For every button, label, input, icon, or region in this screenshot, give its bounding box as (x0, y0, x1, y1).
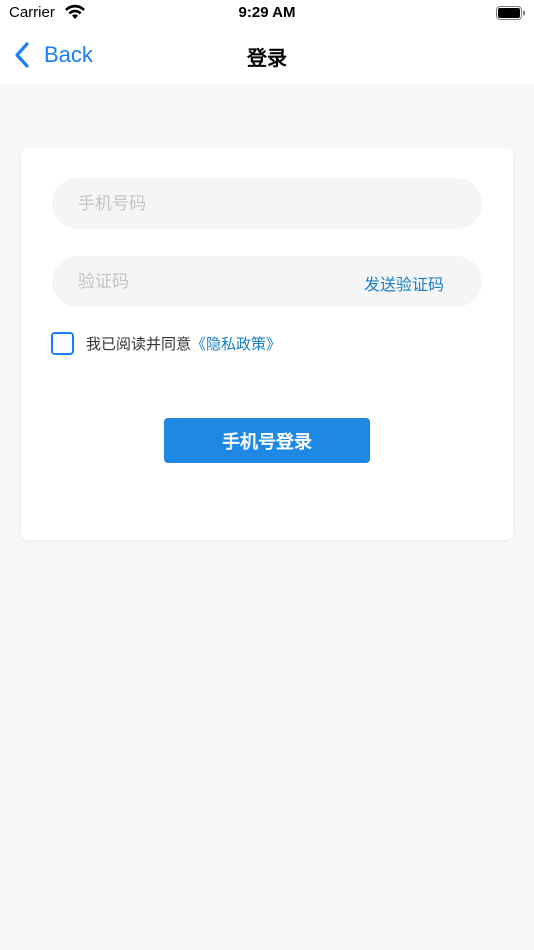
page-title: 登录 (247, 46, 287, 70)
login-card: 发送验证码 我已阅读并同意 《隐私政策》 手机号登录 (21, 148, 513, 540)
clock: 9:29 AM (238, 4, 296, 21)
navigation-bar: Back 登录 (0, 28, 534, 84)
verification-code-input[interactable] (78, 256, 338, 307)
phone-login-button[interactable]: 手机号登录 (164, 418, 370, 463)
agree-text: 我已阅读并同意 (86, 335, 192, 353)
phone-field (52, 178, 482, 229)
status-bar: Carrier 9:29 AM (0, 0, 534, 28)
code-field: 发送验证码 (52, 256, 482, 307)
send-code-button[interactable]: 发送验证码 (364, 271, 444, 295)
privacy-policy-link[interactable]: 《隐私政策》 (191, 333, 281, 354)
agree-checkbox[interactable] (51, 332, 74, 355)
phone-input[interactable] (78, 178, 338, 229)
battery-icon (496, 6, 525, 20)
agreement-row: 我已阅读并同意 《隐私政策》 (51, 332, 281, 355)
